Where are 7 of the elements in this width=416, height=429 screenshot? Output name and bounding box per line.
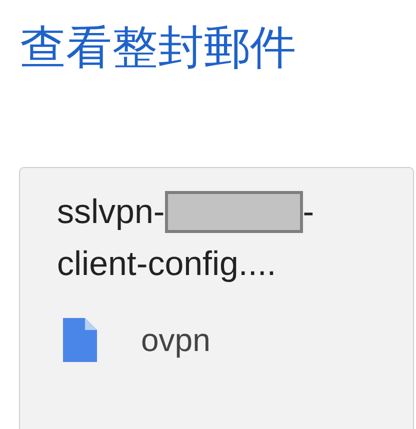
page-title: 查看整封郵件 (20, 22, 296, 73)
file-extension: ovpn (141, 322, 210, 358)
file-name: client-config.... (57, 244, 276, 284)
file-name: - (302, 192, 314, 232)
file-icon (63, 318, 97, 362)
attachment-card[interactable]: sslvpn- - client-config.... ovpn (19, 167, 414, 429)
file-name: sslvpn- (57, 192, 165, 232)
